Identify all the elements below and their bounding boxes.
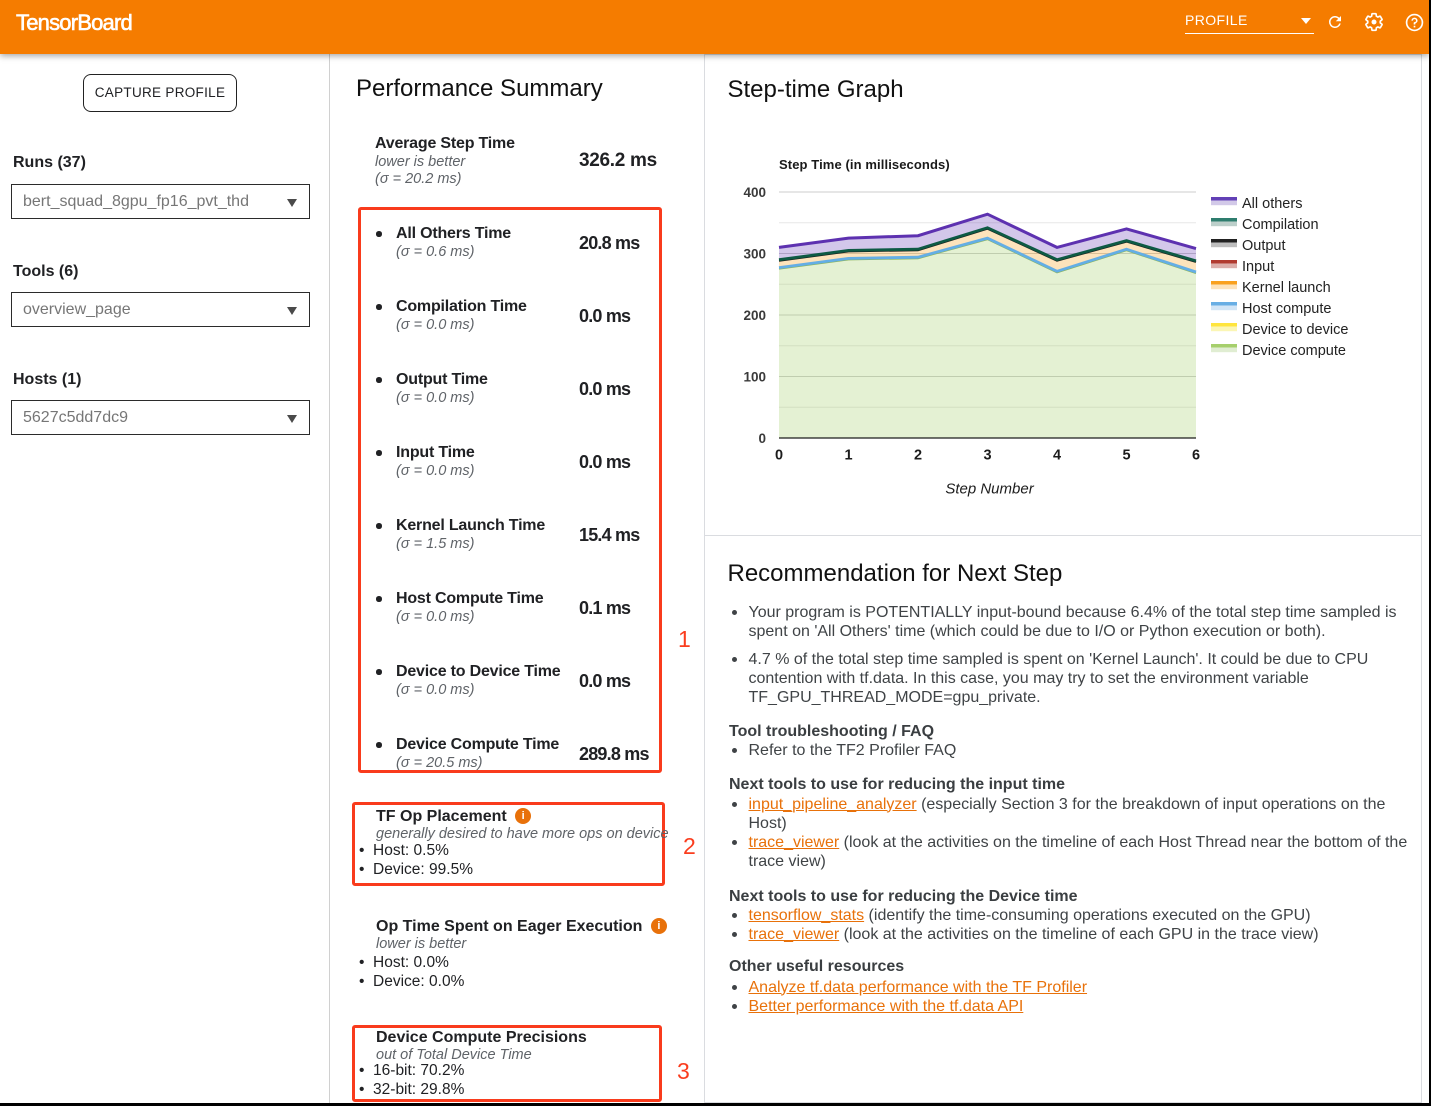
svg-text:0: 0 — [775, 448, 783, 464]
svg-text:Output: Output — [1242, 238, 1286, 254]
svg-text:Compilation: Compilation — [1242, 217, 1319, 233]
svg-text:400: 400 — [743, 185, 766, 200]
svg-text:2: 2 — [914, 448, 922, 464]
svg-text:Step Time (in milliseconds): Step Time (in milliseconds) — [779, 157, 950, 172]
svg-text:100: 100 — [743, 369, 766, 384]
svg-text:Device compute: Device compute — [1242, 343, 1346, 359]
svg-text:3: 3 — [983, 448, 991, 464]
svg-text:0: 0 — [758, 431, 766, 446]
svg-text:All others: All others — [1242, 196, 1302, 212]
svg-text:1: 1 — [844, 448, 852, 464]
svg-text:4: 4 — [1053, 448, 1061, 464]
svg-text:Input: Input — [1242, 259, 1274, 275]
svg-text:6: 6 — [1192, 448, 1200, 464]
svg-text:Host compute: Host compute — [1242, 301, 1331, 317]
svg-text:5: 5 — [1122, 448, 1130, 464]
svg-text:Step Number: Step Number — [945, 480, 1034, 497]
svg-text:Kernel launch: Kernel launch — [1242, 280, 1331, 296]
svg-text:300: 300 — [743, 246, 766, 261]
svg-text:Device to device: Device to device — [1242, 322, 1348, 338]
svg-text:200: 200 — [743, 308, 766, 323]
